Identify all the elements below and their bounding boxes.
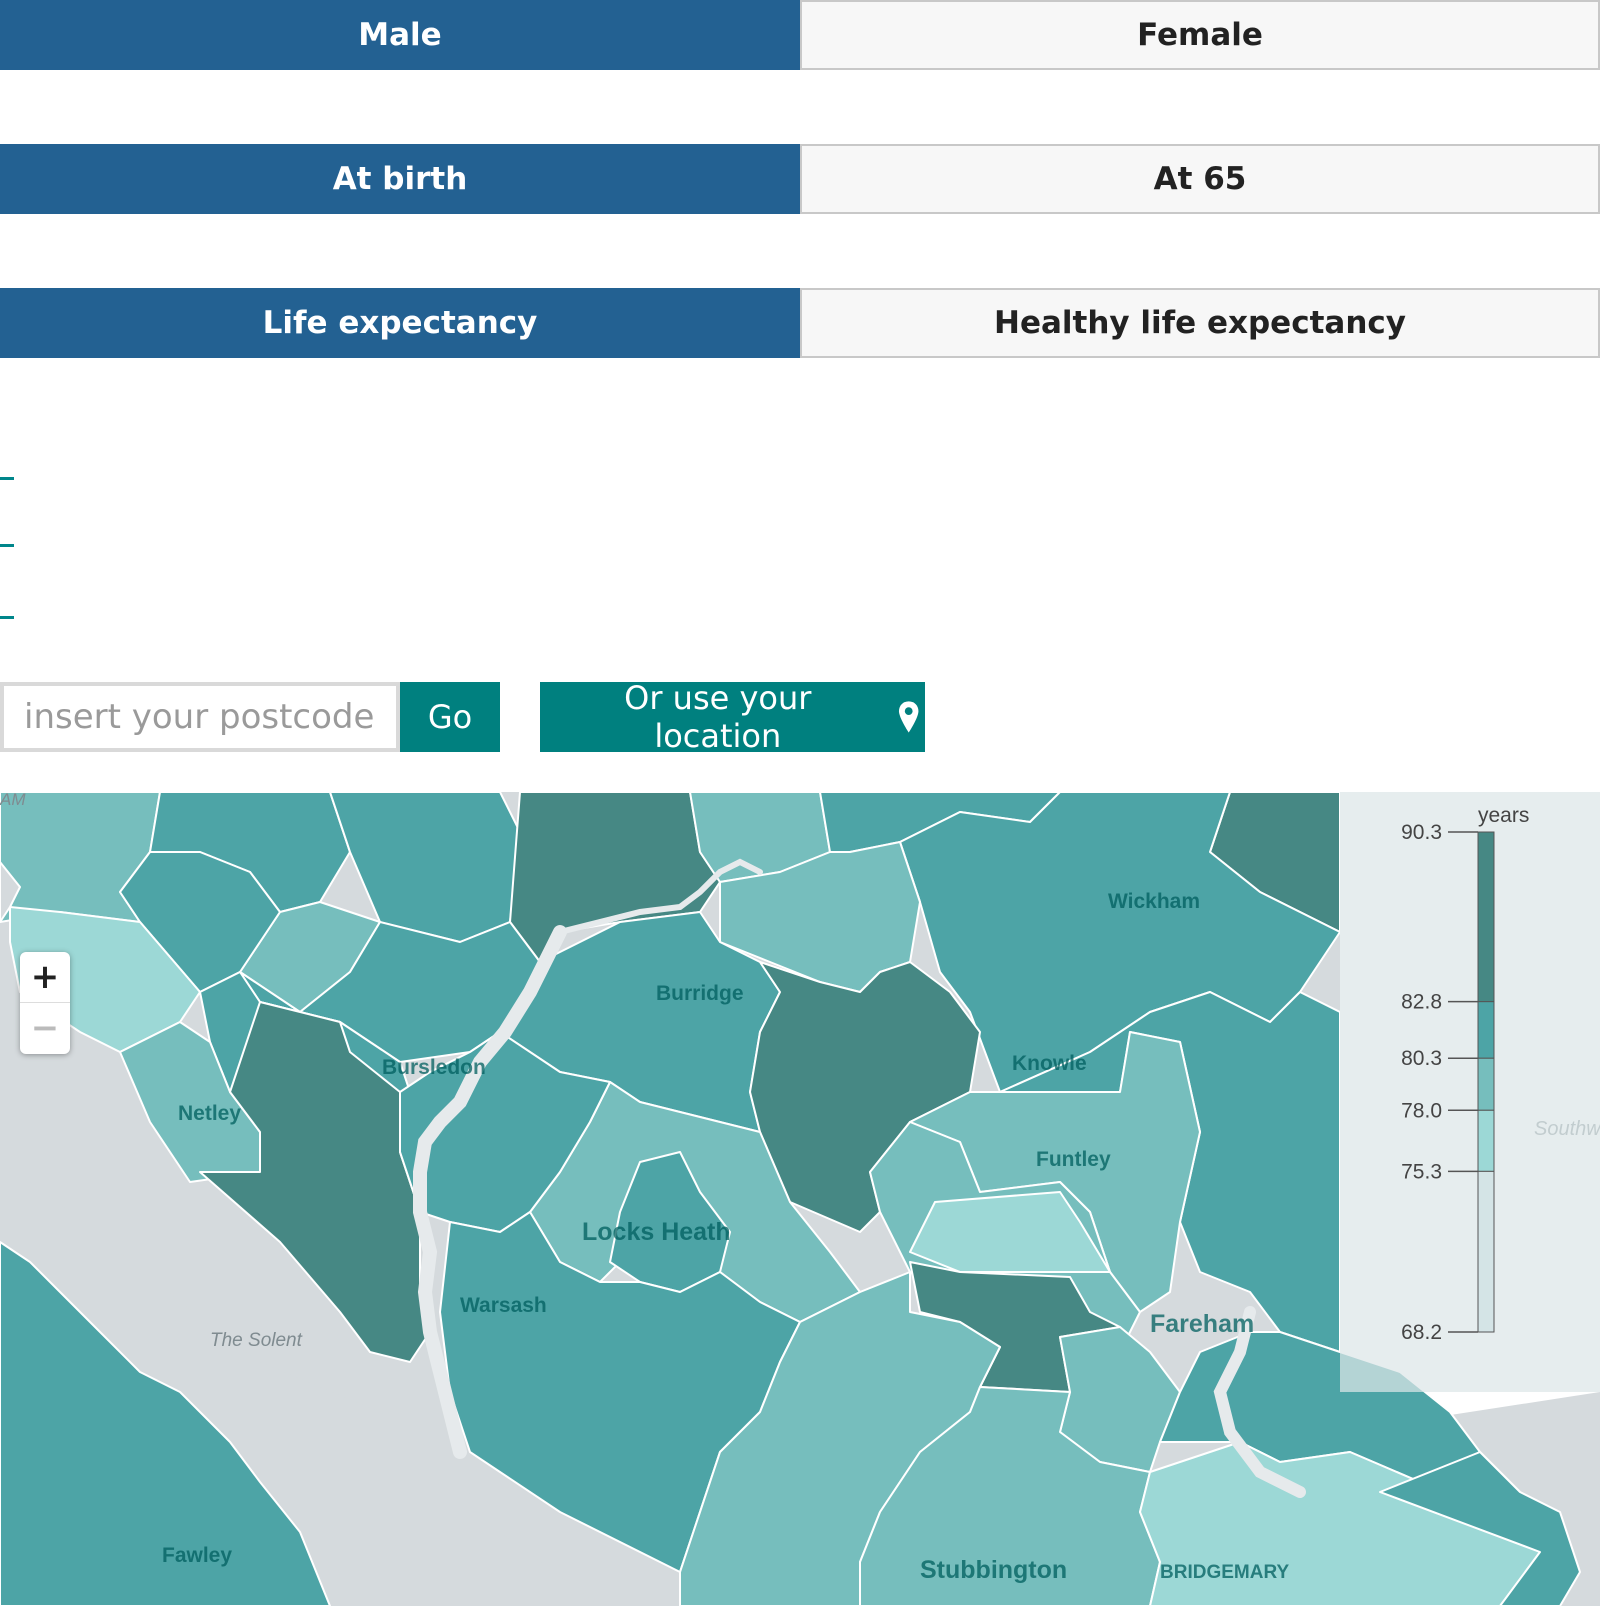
legend-color-bar: 90.3 82.8 80.3 78.0 75.3 68.2: [1401, 821, 1495, 1344]
go-button[interactable]: Go: [400, 682, 500, 752]
legend-tick-label: 78.0: [1401, 1099, 1442, 1122]
legend-bin: [1477, 1001, 1495, 1059]
choropleth-map[interactable]: Wickham Burridge Bursledon Knowle Netley…: [0, 792, 1600, 1606]
legend-tick-label: 68.2: [1401, 1321, 1442, 1344]
legend-tick-label: 80.3: [1401, 1047, 1442, 1070]
life-expectancy-button[interactable]: Life expectancy: [0, 288, 800, 358]
summary-value-1: [0, 477, 14, 480]
map-pin-icon: [898, 701, 919, 733]
summary-value-3: [0, 616, 14, 619]
legend-bin: [1477, 1109, 1495, 1172]
zoom-out-button[interactable]: −: [20, 1003, 70, 1053]
zoom-control: + −: [20, 952, 70, 1054]
use-location-label: Or use your location: [624, 679, 812, 755]
use-location-button[interactable]: Or use your location: [540, 679, 925, 755]
summary-value-2: [0, 544, 14, 547]
legend-bin: [1477, 831, 1495, 1003]
legend-bin: [1477, 1170, 1495, 1333]
map-legend: years 90.3 82.8 80.3 78.0 75.3 68.2: [1340, 792, 1600, 1392]
legend-tick-label: 90.3: [1401, 821, 1442, 844]
female-button[interactable]: Female: [800, 0, 1600, 70]
at-65-button[interactable]: At 65: [800, 144, 1600, 214]
zoom-in-button[interactable]: +: [20, 952, 70, 1003]
measure-toggle: Life expectancy Healthy life expectancy: [0, 288, 1600, 358]
sex-toggle: Male Female: [0, 0, 1600, 70]
age-toggle: At birth At 65: [0, 144, 1600, 214]
at-birth-button[interactable]: At birth: [0, 144, 800, 214]
healthy-life-expectancy-button[interactable]: Healthy life expectancy: [800, 288, 1600, 358]
legend-bin: [1477, 1057, 1495, 1111]
male-button[interactable]: Male: [0, 0, 800, 70]
legend-tick-label: 75.3: [1401, 1160, 1442, 1183]
legend-tick-label: 82.8: [1401, 991, 1442, 1014]
postcode-input[interactable]: [0, 682, 400, 752]
